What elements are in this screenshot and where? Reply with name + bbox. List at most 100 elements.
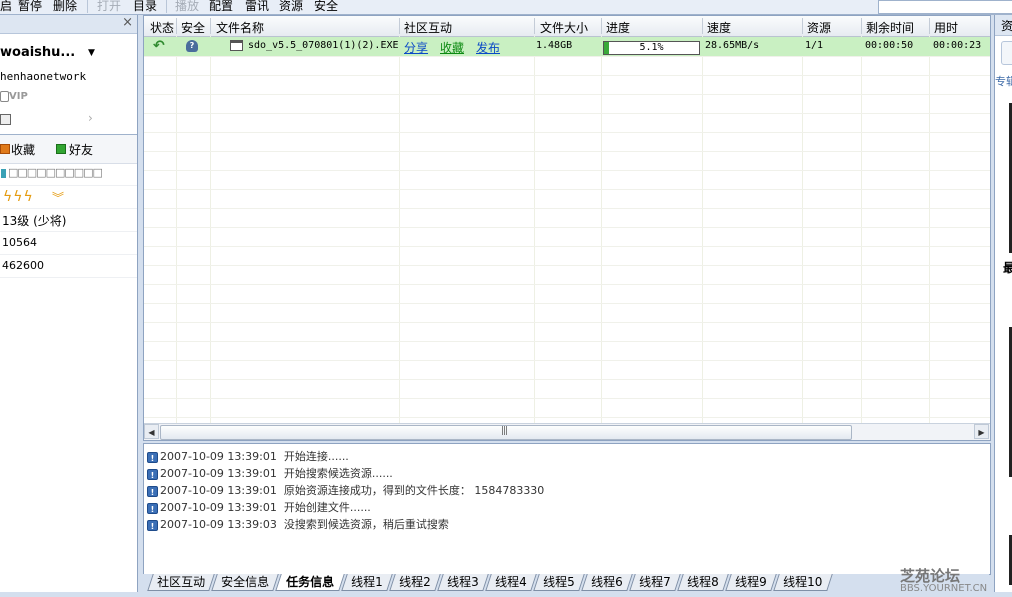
right-panel-label: 最	[1003, 259, 1012, 276]
log-message: 开始连接......	[283, 450, 349, 463]
favorites-tab[interactable]: 收藏	[11, 141, 35, 158]
friends-tab[interactable]: 好友	[69, 141, 93, 158]
column-divider	[534, 18, 535, 34]
grip-icon: |||	[501, 426, 508, 436]
tab-thread-8[interactable]: 线程8	[677, 574, 729, 591]
toolbar: 启 暂停 删除 打开 目录 播放 配置 雷讯 资源 安全	[0, 0, 1012, 15]
tab-thread-6[interactable]: 线程6	[581, 574, 633, 591]
right-panel-title: 资	[1001, 19, 1012, 33]
tab-thread-7[interactable]: 线程7	[629, 574, 681, 591]
progress-bar: 5.1%	[603, 41, 700, 55]
search-box[interactable]	[878, 0, 1012, 14]
tab-label: 社区互动	[157, 575, 206, 589]
column-header-size[interactable]: 文件大小	[540, 19, 588, 36]
stat-row: 10564	[0, 232, 137, 255]
toolbar-item-partial[interactable]: 启	[0, 0, 12, 14]
lock-icon	[0, 91, 9, 102]
chevron-right-icon[interactable]: ›	[88, 111, 93, 125]
tab-thread-10[interactable]: 线程10	[773, 574, 833, 591]
tab-thread-4[interactable]: 线程4	[485, 574, 537, 591]
tab-thread-1[interactable]: 线程1	[341, 574, 393, 591]
play-button[interactable]: 播放	[175, 0, 199, 14]
delete-button[interactable]: 删除	[53, 0, 77, 14]
log-line: ! 2007-10-09 13:39:03 没搜索到候选资源，稍后重试搜索	[147, 516, 449, 531]
table-row[interactable]: ↶ ? sdo_v5.5_070801(1)(2).EXE 分享 收藏 发布 1…	[144, 37, 990, 56]
grid-line	[144, 341, 990, 342]
tab-thread-5[interactable]: 线程5	[533, 574, 585, 591]
album-label[interactable]: 专辑	[995, 73, 1012, 89]
column-header-filename[interactable]: 文件名称	[216, 19, 264, 36]
column-header-progress[interactable]: 进度	[606, 19, 630, 36]
tab-security-info[interactable]: 安全信息	[211, 574, 279, 591]
grid-line	[144, 322, 990, 323]
right-panel-button[interactable]	[1001, 41, 1012, 65]
info-icon: !	[147, 485, 158, 497]
config-button[interactable]: 配置	[209, 0, 233, 14]
info-icon: !	[147, 451, 158, 463]
scroll-right-icon[interactable]: ▶	[974, 424, 989, 439]
tab-community[interactable]: 社区互动	[147, 574, 215, 591]
tab-thread-3[interactable]: 线程3	[437, 574, 489, 591]
remaining-time: 00:00:50	[865, 40, 914, 51]
close-icon[interactable]: ×	[122, 15, 133, 30]
friends-icon	[56, 144, 66, 154]
tab-thread-9[interactable]: 线程9	[725, 574, 777, 591]
column-header-community[interactable]: 社区互动	[404, 19, 452, 36]
horizontal-scrollbar[interactable]: ◀ ||| ▶	[144, 423, 990, 440]
scrollbar-thumb[interactable]: |||	[160, 425, 852, 440]
grid-line	[144, 360, 990, 361]
log-message: 原始资源连接成功，得到的文件长度： 1584783330	[283, 484, 545, 497]
share-link[interactable]: 分享	[404, 39, 428, 56]
column-header-speed[interactable]: 速度	[707, 19, 731, 36]
resource-button[interactable]: 资源	[279, 0, 303, 14]
grid-line	[144, 151, 990, 152]
column-header-sources[interactable]: 资源	[807, 19, 831, 36]
tab-label: 线程8	[687, 575, 719, 589]
tab-label: 线程1	[351, 575, 383, 589]
favorite-link[interactable]: 收藏	[440, 39, 464, 56]
pause-button[interactable]: 暂停	[18, 0, 42, 14]
column-header-security[interactable]: 安全	[181, 19, 205, 36]
task-table: 状态 安全 文件名称 社区互动 文件大小 进度 速度 资源 剩余时间 用时 ↶ …	[143, 15, 991, 441]
publish-link[interactable]: 发布	[476, 39, 500, 56]
log-message: 没搜索到候选资源，稍后重试搜索	[283, 518, 449, 531]
log-time: 2007-10-09 13:39:03	[160, 518, 277, 531]
level-icons-row: ϟϟϟ ︾	[0, 186, 137, 209]
stat-value: 462600	[2, 259, 44, 272]
scroll-left-icon[interactable]: ◀	[144, 424, 159, 439]
security-button[interactable]: 安全	[314, 0, 338, 14]
info-icon: !	[147, 519, 158, 531]
toolbar-divider	[166, 0, 167, 13]
shield-icon: ?	[186, 40, 198, 52]
level-text: 13级 (少将)	[2, 214, 67, 228]
log-line: ! 2007-10-09 13:39:01 开始搜索候选资源......	[147, 465, 393, 480]
tab-thread-2[interactable]: 线程2	[389, 574, 441, 591]
status-row: □□□□□□□□□□	[0, 163, 137, 186]
column-divider	[176, 18, 177, 34]
left-panel: × woaishu... ▼ henhaonetwork VIP › 收藏 好友…	[0, 15, 138, 592]
grid-line	[144, 398, 990, 399]
tab-label: 任务信息	[286, 575, 335, 589]
column-header-status[interactable]: 状态	[150, 19, 174, 36]
tab-label: 线程3	[447, 575, 479, 589]
leixun-button[interactable]: 雷讯	[245, 0, 269, 14]
stat-value: 10564	[2, 236, 37, 249]
sources: 1/1	[805, 40, 824, 51]
column-header-remaining[interactable]: 剩余时间	[866, 19, 914, 36]
grid-line	[144, 284, 990, 285]
log-line: ! 2007-10-09 13:39:01 开始连接......	[147, 448, 349, 463]
open-button[interactable]: 打开	[97, 0, 121, 14]
column-header-elapsed[interactable]: 用时	[934, 19, 958, 36]
left-tabs: 收藏 好友	[0, 134, 137, 164]
tab-label: 线程10	[783, 575, 823, 589]
file-name: sdo_v5.5_070801(1)(2).EXE	[248, 40, 399, 51]
chevron-down-icon[interactable]: ▼	[88, 48, 95, 58]
vip-badge: VIP	[9, 91, 28, 102]
grid-line	[144, 303, 990, 304]
directory-button[interactable]: 目录	[133, 0, 157, 14]
tab-label: 线程9	[735, 575, 767, 589]
tab-task-info[interactable]: 任务信息	[275, 574, 345, 591]
info-icon: !	[147, 502, 158, 514]
tab-label: 线程2	[399, 575, 431, 589]
column-divider	[802, 18, 803, 34]
